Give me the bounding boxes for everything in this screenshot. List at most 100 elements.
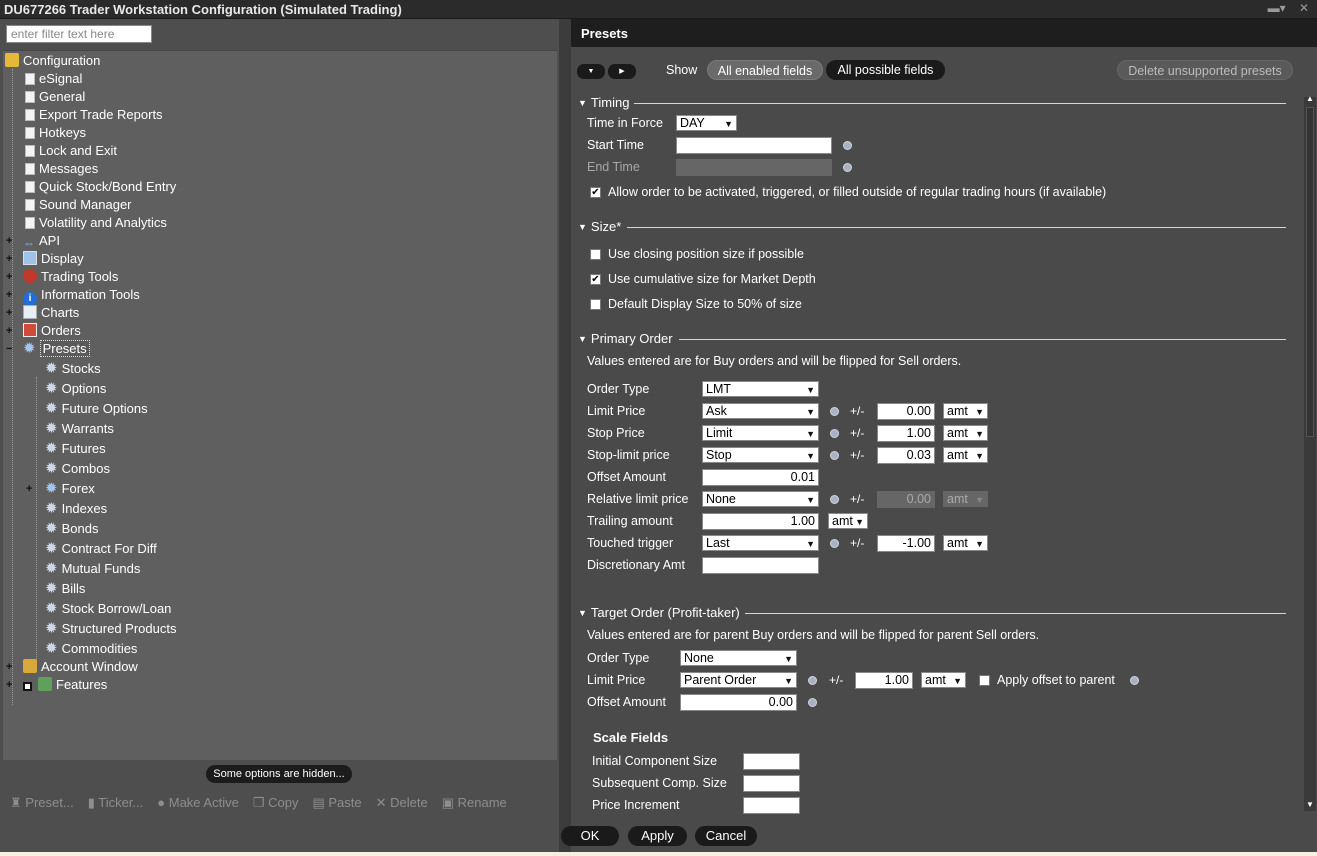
help-icon[interactable] [830,539,839,548]
tree-item-charts[interactable]: Charts [23,304,79,322]
target-limit-offset-input[interactable]: 1.00 [855,672,913,689]
outside-rth-checkbox[interactable]: ✔ [590,187,601,198]
expand-icon[interactable]: + [6,662,15,673]
expand-icon[interactable]: + [6,308,15,319]
tree-item-export-trade-reports[interactable]: Export Trade Reports [23,106,163,124]
initial-component-size-input[interactable] [743,753,800,770]
order-type-select[interactable]: LMT [702,381,819,397]
ticker-button[interactable]: ▮ Ticker... [88,795,144,815]
pin-icon[interactable]: ▬▾ [1268,1,1286,15]
offset-amount-input[interactable]: 0.01 [702,469,819,486]
tree-item-sound-manager[interactable]: Sound Manager [23,196,132,214]
relative-limit-unit-select[interactable]: amt [943,491,988,507]
scroll-down-icon[interactable]: ▼ [1306,801,1314,809]
filter-input[interactable]: enter filter text here [6,25,152,43]
tree-item-api[interactable]: ⇔ API [23,232,60,250]
discretionary-amt-input[interactable] [702,557,819,574]
tree-item-quick-stock-bond-entry[interactable]: Quick Stock/Bond Entry [23,178,176,196]
preset-item-options[interactable]: ✹ Options [45,380,106,398]
expand-icon[interactable]: + [6,290,15,301]
some-options-hidden-button[interactable]: Some options are hidden... [206,765,352,783]
tree-item-presets[interactable]: ✹ Presets [23,340,90,358]
rename-button[interactable]: ▣ Rename [442,795,507,815]
target-limit-ref-select[interactable]: Parent Order [680,672,797,688]
preset-item-bonds[interactable]: ✹ Bonds [45,520,98,538]
collapse-all-button[interactable]: ▼ [577,64,605,79]
tree-item-general[interactable]: General [23,88,85,106]
form-scrollbar[interactable]: ▲ ▼ [1304,95,1316,811]
tree-item-trading-tools[interactable]: Trading Tools [23,268,118,286]
expand-icon[interactable]: + [6,236,15,247]
cancel-button[interactable]: Cancel [695,826,757,846]
stop-limit-offset-input[interactable]: 0.03 [877,447,935,464]
target-limit-unit-select[interactable]: amt [921,672,966,688]
cumulative-size-checkbox[interactable]: ✔ [590,274,601,285]
tree-item-messages[interactable]: Messages [23,160,98,178]
copy-button[interactable]: ❐ Copy [253,795,299,815]
preset-item-future-options[interactable]: ✹ Future Options [45,400,148,418]
delete-button[interactable]: ✕ Delete [376,795,428,815]
scrollbar-thumb[interactable] [1306,107,1314,437]
preset-item-mutual-funds[interactable]: ✹ Mutual Funds [45,560,140,578]
expand-icon[interactable]: + [6,272,15,283]
stop-limit-unit-select[interactable]: amt [943,447,988,463]
tree-item-features[interactable]: Features [23,676,107,694]
preset-item-stocks[interactable]: ✹ Stocks [45,360,101,378]
touched-trigger-unit-select[interactable]: amt [943,535,988,551]
touched-trigger-ref-select[interactable]: Last [702,535,819,551]
help-icon[interactable] [843,141,852,150]
tree-item-esignal[interactable]: eSignal [23,70,82,88]
collapse-icon[interactable]: − [6,344,15,355]
preset-item-forex[interactable]: ✹ Forex [45,480,95,498]
new-preset-button[interactable]: ♜ Preset... [10,795,74,815]
preset-item-warrants[interactable]: ✹ Warrants [45,420,114,438]
delete-unsupported-presets-button[interactable]: Delete unsupported presets [1117,60,1293,80]
time-in-force-select[interactable]: DAY [676,115,737,131]
start-time-input[interactable] [676,137,832,154]
relative-limit-offset-input[interactable]: 0.00 [877,491,935,508]
expand-all-button[interactable]: ▶ [608,64,636,79]
stop-limit-ref-select[interactable]: Stop [702,447,819,463]
apply-offset-to-parent-checkbox[interactable] [979,675,990,686]
make-active-button[interactable]: ● Make Active [157,795,239,815]
target-offset-amount-input[interactable]: 0.00 [680,694,797,711]
preset-item-indexes[interactable]: ✹ Indexes [45,500,107,518]
help-icon[interactable] [808,676,817,685]
target-order-type-select[interactable]: None [680,650,797,666]
price-increment-input[interactable] [743,797,800,814]
close-icon[interactable]: ✕ [1299,1,1309,15]
preset-item-contract-for-diff[interactable]: ✹ Contract For Diff [45,540,157,558]
help-icon[interactable] [808,698,817,707]
trailing-amount-input[interactable]: 1.00 [702,513,819,530]
stop-price-ref-select[interactable]: Limit [702,425,819,441]
subsequent-comp-size-input[interactable] [743,775,800,792]
tree-item-orders[interactable]: Orders [23,322,81,340]
tree-item-volatility-and-analytics[interactable]: Volatility and Analytics [23,214,167,232]
preset-item-commodities[interactable]: ✹ Commodities [45,640,137,658]
relative-limit-ref-select[interactable]: None [702,491,819,507]
tree-item-account-window[interactable]: Account Window [23,658,138,676]
preset-item-combos[interactable]: ✹ Combos [45,460,110,478]
tree-item-display[interactable]: Display [23,250,84,268]
closing-position-size-checkbox[interactable] [590,249,601,260]
limit-price-offset-input[interactable]: 0.00 [877,403,935,420]
preset-item-futures[interactable]: ✹ Futures [45,440,106,458]
limit-price-unit-select[interactable]: amt [943,403,988,419]
expand-icon[interactable]: + [26,484,35,495]
primary-order-section-header[interactable]: ▼ Primary Order [578,331,673,347]
limit-price-ref-select[interactable]: Ask [702,403,819,419]
size-section-header[interactable]: ▼ Size* [578,219,621,235]
help-icon[interactable] [830,495,839,504]
touched-trigger-offset-input[interactable]: -1.00 [877,535,935,552]
expand-icon[interactable]: + [6,680,15,691]
expand-icon[interactable]: + [6,254,15,265]
stop-price-offset-input[interactable]: 1.00 [877,425,935,442]
preset-item-structured-products[interactable]: ✹ Structured Products [45,620,176,638]
all-enabled-fields-toggle[interactable]: All enabled fields [707,60,823,80]
ok-button[interactable]: OK [561,826,619,846]
help-icon[interactable] [830,429,839,438]
tree-item-hotkeys[interactable]: Hotkeys [23,124,86,142]
end-time-input[interactable] [676,159,832,176]
tree-root-configuration[interactable]: Configuration [5,52,100,70]
help-icon[interactable] [1130,676,1139,685]
